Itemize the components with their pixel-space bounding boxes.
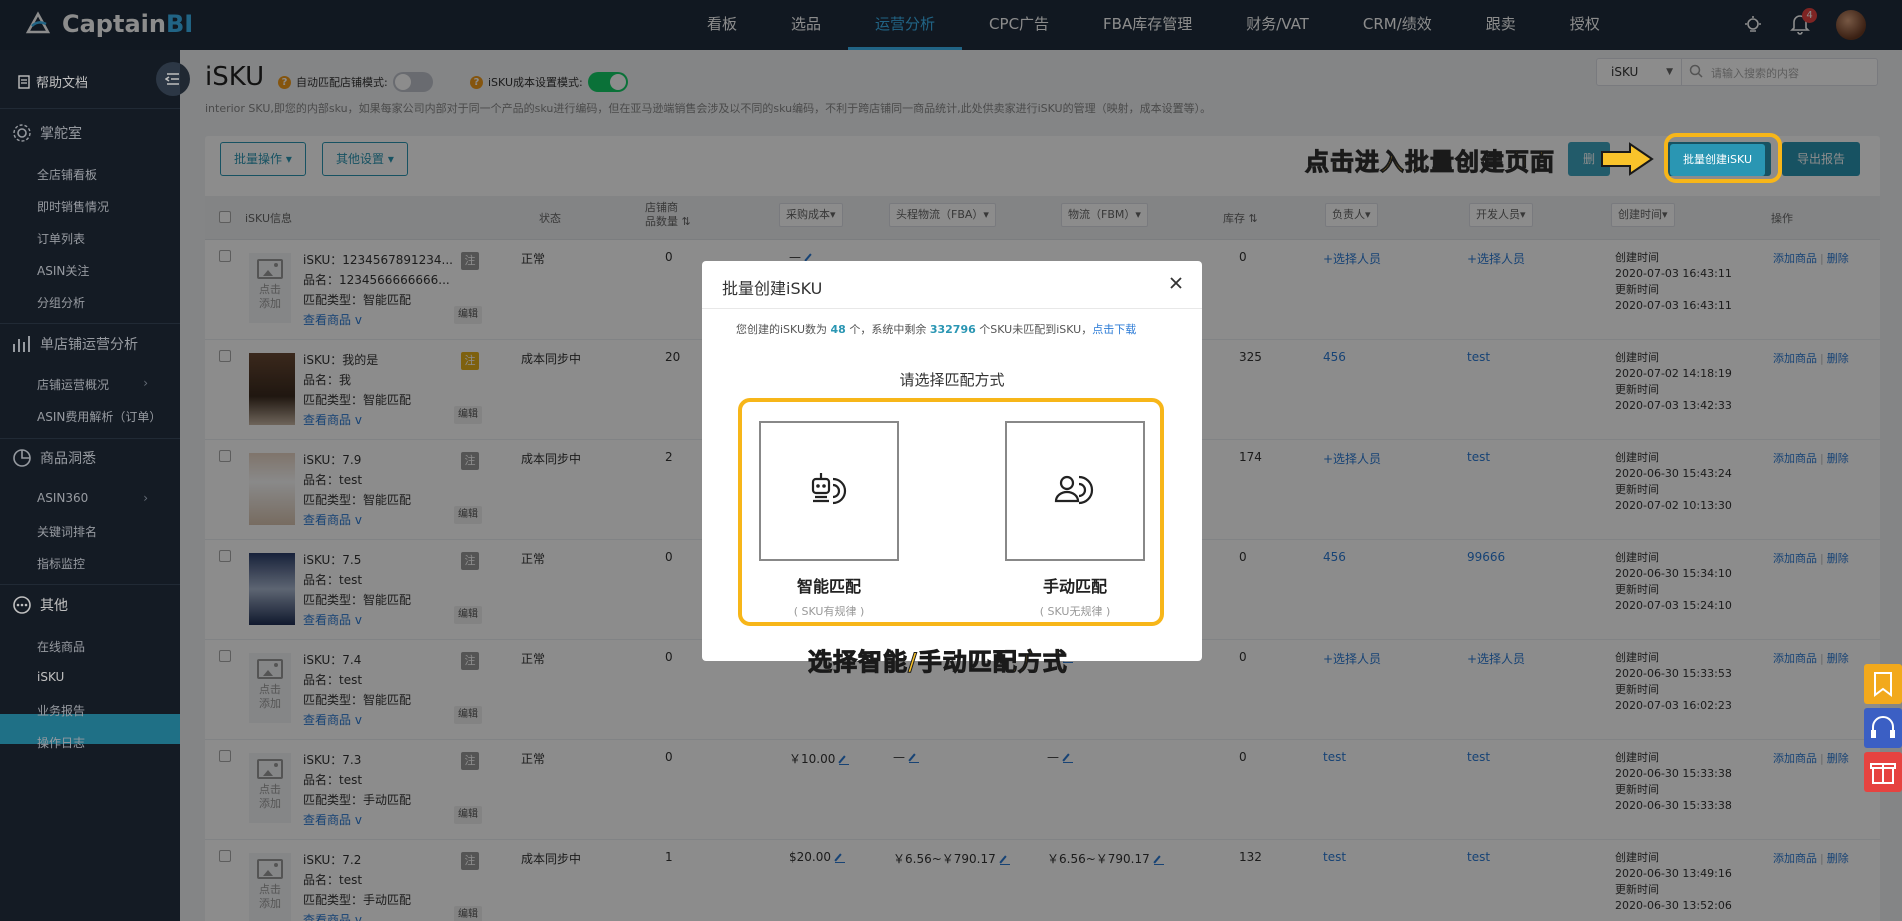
callout-top-text: 点击进入批量创建页面 xyxy=(1305,148,1555,177)
manual-match-sub: ( SKU无规律 ) xyxy=(1039,605,1111,618)
batch-create-modal: 批量创建iSKU 您创建的iSKU数为 48 个，系统中剩余 332796 个S… xyxy=(702,261,1202,661)
smart-match-option[interactable] xyxy=(759,421,899,561)
gift-float-button[interactable] xyxy=(1864,752,1902,792)
gift-icon xyxy=(1870,763,1896,784)
modal-info-text: 您创建的iSKU数为 48 个，系统中剩余 332796 个SKU未匹配到iSK… xyxy=(736,323,1137,336)
bookmark-icon xyxy=(1874,672,1892,697)
modal-backdrop-top xyxy=(0,0,1902,50)
modal-backdrop-side xyxy=(0,50,180,921)
close-icon[interactable] xyxy=(1168,275,1184,291)
person-voice-icon xyxy=(1054,475,1094,505)
robot-voice-icon xyxy=(811,473,847,505)
choose-method-title: 请选择匹配方式 xyxy=(899,371,1005,389)
modal-title: 批量创建iSKU xyxy=(722,279,823,298)
support-float-button[interactable] xyxy=(1864,708,1902,748)
download-link[interactable]: 点击下载 xyxy=(1092,323,1136,336)
smart-match-label: 智能匹配 xyxy=(796,577,861,596)
manual-match-label: 手动匹配 xyxy=(1042,577,1107,596)
modal-divider xyxy=(702,308,1202,309)
manual-match-option[interactable] xyxy=(1005,421,1145,561)
bookmark-float-button[interactable] xyxy=(1864,664,1902,704)
callout-bottom-text: 选择智能/手动匹配方式 xyxy=(808,648,1068,677)
smart-match-sub: ( SKU有规律 ) xyxy=(793,605,865,618)
headset-icon xyxy=(1871,716,1895,738)
create-button-highlight-frame xyxy=(1664,133,1782,183)
arrow-right-icon xyxy=(1601,142,1654,176)
